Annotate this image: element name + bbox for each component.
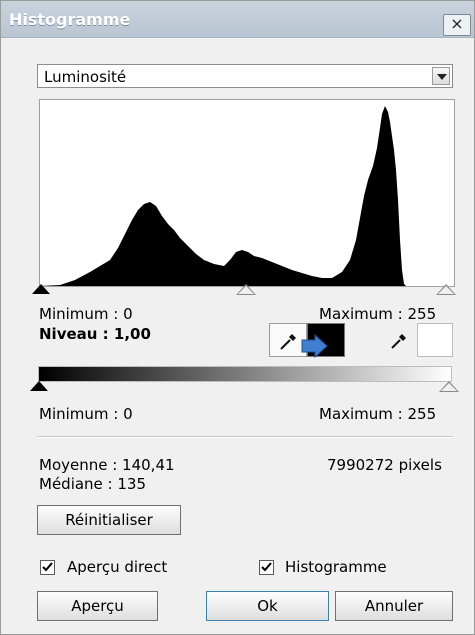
pixel-count-stat: 7990272 pixels xyxy=(327,456,442,474)
ok-button[interactable]: Ok xyxy=(206,591,329,621)
input-midtone-handle-inner xyxy=(238,286,254,294)
live-preview-checkbox[interactable] xyxy=(40,560,55,575)
chevron-down-icon[interactable] xyxy=(432,67,450,85)
white-eyedropper-button[interactable] xyxy=(381,323,415,357)
pointer-arrow-icon xyxy=(301,334,328,358)
reset-button[interactable]: Réinitialiser xyxy=(37,505,181,535)
channel-select-value: Luminosité xyxy=(44,68,127,86)
histogram-checkbox[interactable] xyxy=(259,560,274,575)
channel-select[interactable]: Luminosité xyxy=(37,64,453,88)
histogram-dialog: Histogramme × Luminosité Minimum : 0 Max… xyxy=(0,0,475,635)
checkmark-icon xyxy=(42,562,53,572)
mean-stat: Moyenne : 140,41 xyxy=(39,456,175,474)
eyedropper-icon xyxy=(391,334,406,349)
output-black-handle[interactable] xyxy=(30,381,48,391)
eyedropper-icon xyxy=(280,334,296,350)
output-minimum-label: Minimum : 0 xyxy=(39,405,133,423)
level-label: Niveau : 1,00 xyxy=(39,325,151,343)
output-maximum-label: Maximum : 255 xyxy=(319,405,437,423)
histogram-option-label[interactable]: Histogramme xyxy=(285,558,387,576)
input-maximum-label: Maximum : 255 xyxy=(319,305,437,323)
live-preview-label[interactable]: Aperçu direct xyxy=(67,558,167,576)
input-black-point-handle[interactable] xyxy=(32,284,50,294)
white-point-swatch[interactable] xyxy=(417,323,453,357)
cancel-button[interactable]: Annuler xyxy=(335,591,453,621)
output-white-handle-inner xyxy=(441,383,457,391)
input-white-point-handle-inner xyxy=(438,286,454,294)
window-title: Histogramme xyxy=(9,10,131,29)
histogram-graph xyxy=(39,99,455,287)
histogram-area xyxy=(40,106,406,286)
preview-button[interactable]: Aperçu xyxy=(37,591,158,621)
histogram-plot xyxy=(40,106,406,286)
divider xyxy=(37,436,453,438)
output-gradient-bar xyxy=(38,366,452,382)
title-bar[interactable]: Histogramme × xyxy=(1,1,474,38)
close-button[interactable]: × xyxy=(443,14,471,36)
checkmark-icon xyxy=(261,562,272,572)
median-stat: Médiane : 135 xyxy=(39,475,147,493)
input-minimum-label: Minimum : 0 xyxy=(39,305,133,323)
